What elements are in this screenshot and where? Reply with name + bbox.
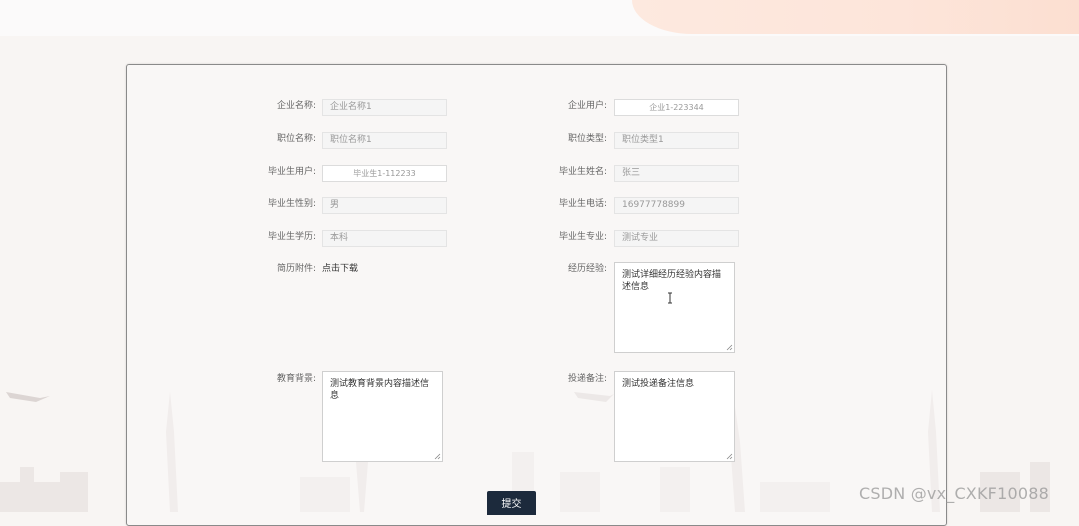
experience-text: 测试详细经历经验内容描述信息 <box>622 270 722 292</box>
delivery-note-textarea[interactable]: 测试投递备注信息 <box>614 371 735 462</box>
submit-button[interactable]: 提交 <box>487 491 536 515</box>
graduate-major-field[interactable]: 测试专业 <box>614 230 739 247</box>
education-background-textarea[interactable]: 测试教育背景内容描述信息 <box>322 371 443 462</box>
position-name-field[interactable]: 职位名称1 <box>322 132 447 149</box>
watermark: CSDN @vx_CXKF10088 <box>859 484 1049 503</box>
graduate-gender-label: 毕业生性别: <box>267 199 316 209</box>
company-user-select[interactable]: 企业1-223344 <box>614 99 739 116</box>
company-name-label: 企业名称: <box>276 101 316 111</box>
graduate-gender-field[interactable]: 男 <box>322 197 447 214</box>
header-decoration <box>632 0 1079 34</box>
position-name-label: 职位名称: <box>276 134 316 144</box>
resume-attachment-label: 简历附件: <box>276 264 316 274</box>
graduate-name-field[interactable]: 张三 <box>614 165 739 182</box>
position-type-label: 职位类型: <box>567 134 607 144</box>
position-type-field[interactable]: 职位类型1 <box>614 132 739 149</box>
education-background-text: 测试教育背景内容描述信息 <box>330 379 430 401</box>
graduate-education-field[interactable]: 本科 <box>322 230 447 247</box>
text-cursor-icon <box>668 292 672 304</box>
graduate-name-label: 毕业生姓名: <box>558 167 607 177</box>
delivery-note-label: 投递备注: <box>567 374 607 384</box>
experience-label: 经历经验: <box>567 264 607 274</box>
graduate-phone-label: 毕业生电话: <box>558 199 607 209</box>
graduate-major-label: 毕业生专业: <box>558 232 607 242</box>
graduate-user-label: 毕业生用户: <box>267 167 316 177</box>
graduate-phone-field[interactable]: 16977778899 <box>614 197 739 214</box>
graduate-user-select[interactable]: 毕业生1-112233 <box>322 165 447 182</box>
company-name-field[interactable]: 企业名称1 <box>322 99 447 116</box>
resize-grip-icon[interactable] <box>726 344 733 351</box>
company-user-label: 企业用户: <box>567 101 607 111</box>
resize-grip-icon[interactable] <box>434 453 441 460</box>
delivery-note-text: 测试投递备注信息 <box>622 379 695 389</box>
resume-download-link[interactable]: 点击下载 <box>322 263 358 275</box>
graduate-education-label: 毕业生学历: <box>267 232 316 242</box>
experience-textarea[interactable]: 测试详细经历经验内容描述信息 <box>614 262 735 353</box>
resize-grip-icon[interactable] <box>726 453 733 460</box>
education-background-label: 教育背景: <box>276 374 316 384</box>
